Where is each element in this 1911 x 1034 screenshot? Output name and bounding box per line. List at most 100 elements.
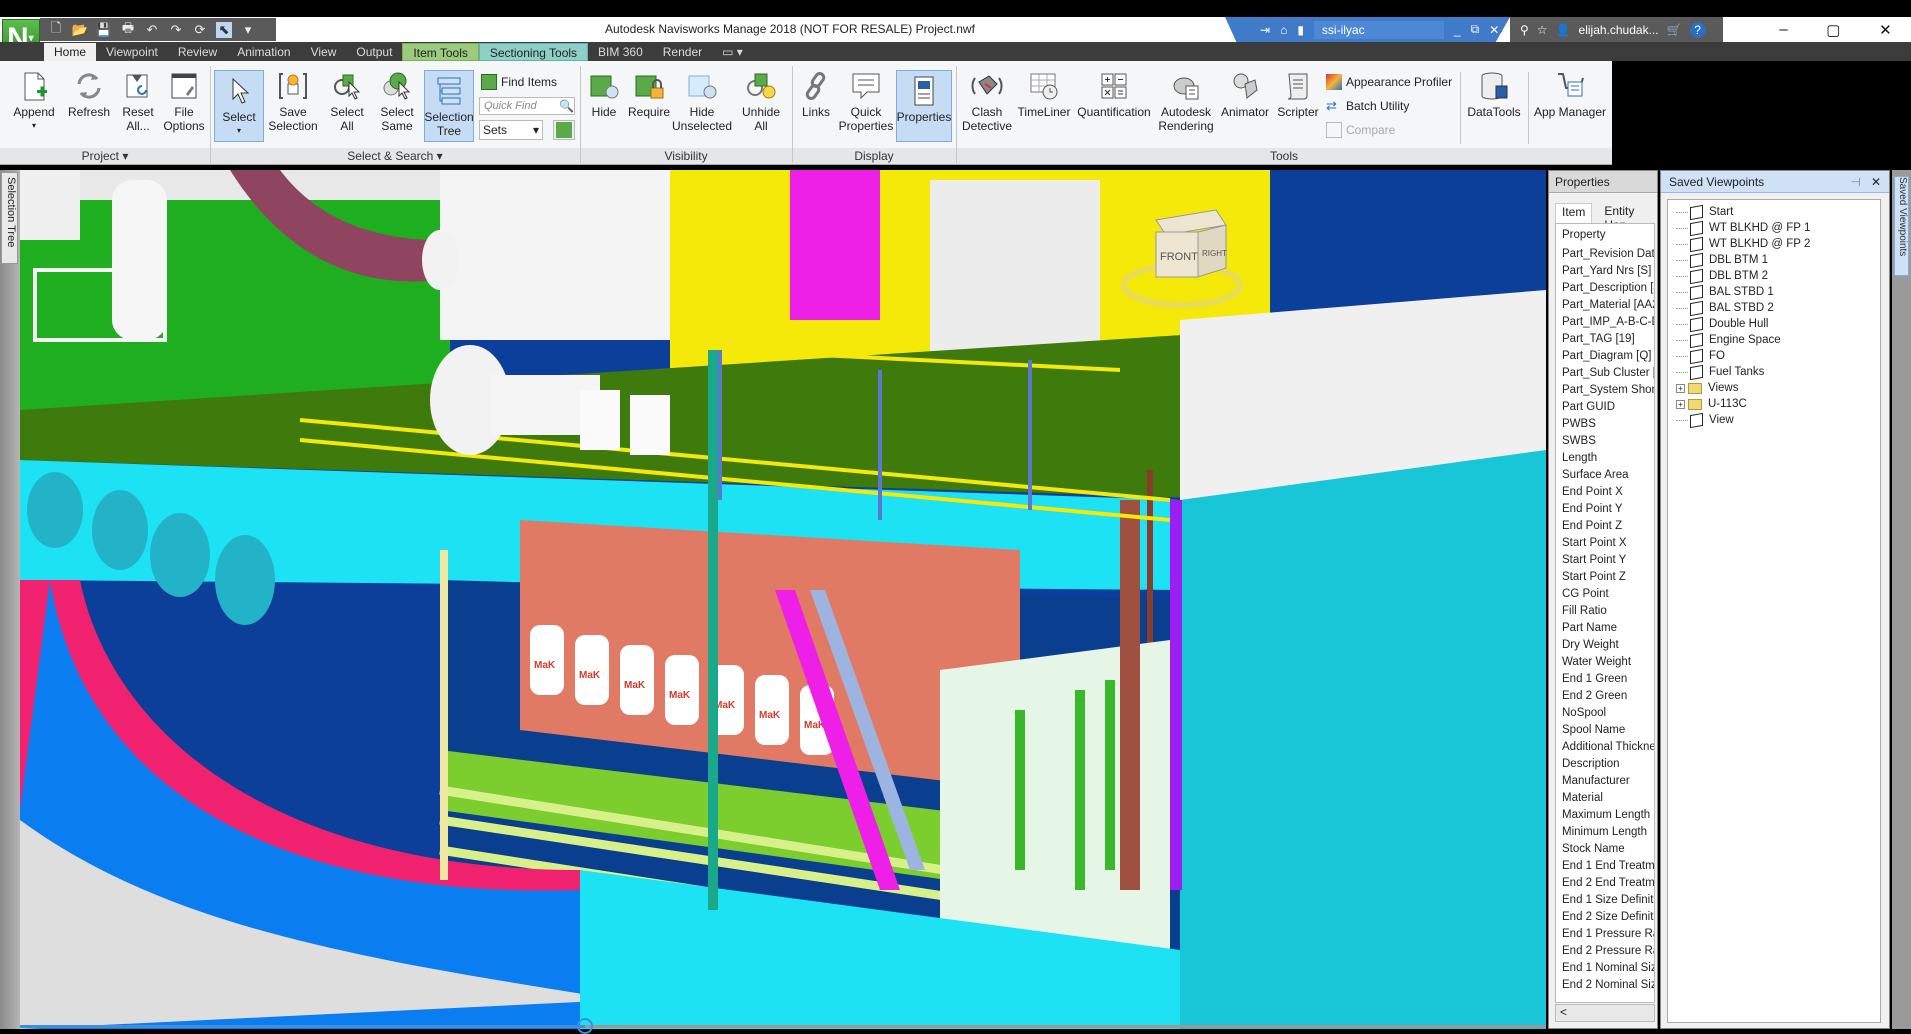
help-icon[interactable]: ? <box>1689 21 1706 38</box>
autodesk-rendering-button[interactable]: Autodesk Rendering <box>1156 66 1216 133</box>
property-row[interactable]: End 2 Green <box>1556 688 1654 705</box>
links-button[interactable]: Links <box>796 66 836 119</box>
clash-detective-button[interactable]: Clash Detective <box>958 66 1016 133</box>
property-row[interactable]: PWBS <box>1556 416 1654 433</box>
tab-item-tools[interactable]: Item Tools <box>402 43 479 61</box>
expand-icon[interactable]: + <box>1676 383 1685 393</box>
manage-sets-button[interactable] <box>553 120 575 140</box>
viewpoint-item[interactable]: View <box>1668 412 1880 428</box>
sets-dropdown[interactable]: Sets ▾ <box>479 120 543 140</box>
select-cursor-icon[interactable]: ⬉ <box>216 21 232 38</box>
viewpoint-item[interactable]: FO <box>1668 348 1880 364</box>
minimize-button[interactable]: – <box>1779 21 1787 38</box>
append-button[interactable]: Append ▾ <box>8 66 60 133</box>
save-selection-button[interactable]: Save Selection <box>268 66 318 133</box>
animator-button[interactable]: Animator <box>1218 66 1272 119</box>
selection-tree-button[interactable]: Selection Tree <box>424 70 474 142</box>
viewpoint-item[interactable]: Fuel Tanks <box>1668 364 1880 380</box>
expand-icon[interactable]: + <box>1676 399 1685 409</box>
property-row[interactable]: End 1 Green <box>1556 671 1654 688</box>
tab-render[interactable]: Render <box>653 43 712 61</box>
datatools-button[interactable]: DataTools <box>1464 66 1524 119</box>
property-row[interactable]: Start Point X <box>1556 535 1654 552</box>
reset-all-button[interactable]: Reset All... <box>116 66 160 133</box>
file-options-button[interactable]: File Options <box>160 66 208 133</box>
customize-icon[interactable]: ▾ <box>240 22 256 38</box>
select-all-button[interactable]: Select All <box>324 66 370 133</box>
user-name[interactable]: elijah.chudak... <box>1579 23 1659 37</box>
property-row[interactable]: Part GUID <box>1556 399 1654 416</box>
property-row[interactable]: Description <box>1556 756 1654 773</box>
tab-output[interactable]: Output <box>346 43 402 61</box>
tab-viewpoint[interactable]: Viewpoint <box>96 43 168 61</box>
viewpoint-item[interactable]: WT BLKHD @ FP 2 <box>1668 236 1880 252</box>
property-row[interactable]: Surface Area <box>1556 467 1654 484</box>
close-icon[interactable]: ✕ <box>1489 23 1499 37</box>
property-row[interactable]: Part Name <box>1556 620 1654 637</box>
pin-icon[interactable]: ⇥ <box>1260 23 1270 37</box>
star-icon[interactable]: ☆ <box>1537 23 1548 37</box>
property-row[interactable]: End Point X <box>1556 484 1654 501</box>
viewpoint-folder[interactable]: + U-113C <box>1668 396 1880 412</box>
video-progress-handle[interactable] <box>576 1018 593 1034</box>
maximize-button[interactable]: ▢ <box>1826 21 1840 39</box>
find-items-button[interactable]: Find Items <box>481 74 557 90</box>
property-row[interactable]: Maximum Length <box>1556 807 1654 824</box>
refresh-button[interactable]: Refresh <box>64 66 114 119</box>
property-row[interactable]: End 1 Nominal Size <box>1556 960 1654 977</box>
3d-viewport[interactable]: MaK MaK MaK MaK MaK MaK MaK FRONT RIGHT <box>20 170 1546 1029</box>
viewpoint-item[interactable]: DBL BTM 2 <box>1668 268 1880 284</box>
panel-label-select-search[interactable]: Select & Search ▾ <box>210 149 580 163</box>
property-row[interactable]: Start Point Z <box>1556 569 1654 586</box>
tab-sectioning-tools[interactable]: Sectioning Tools <box>478 43 589 61</box>
property-row[interactable]: Part_TAG [19] <box>1556 331 1654 348</box>
properties-button[interactable]: Properties <box>896 70 952 142</box>
batch-utility-button[interactable]: ⇄ Batch Utility <box>1326 98 1409 114</box>
scripter-button[interactable]: Scripter <box>1274 66 1322 119</box>
tab-bim-360[interactable]: BIM 360 <box>588 43 653 61</box>
property-row[interactable]: End 1 End Treatme <box>1556 858 1654 875</box>
redo-icon[interactable]: ↷ <box>168 22 184 38</box>
property-row[interactable]: End 2 End Treatme <box>1556 875 1654 892</box>
property-row[interactable]: Water Weight <box>1556 654 1654 671</box>
refresh-icon[interactable]: ⟳ <box>192 22 208 38</box>
property-row[interactable]: Part_System Short <box>1556 382 1654 399</box>
select-button[interactable]: Select ▾ <box>214 70 264 142</box>
tab-home[interactable]: Home <box>44 43 97 61</box>
tab-review[interactable]: Review <box>168 43 227 61</box>
property-row[interactable]: Spool Name <box>1556 722 1654 739</box>
viewpoint-item[interactable]: DBL BTM 1 <box>1668 252 1880 268</box>
tab-[interactable]: ▭ ▾ <box>712 43 753 61</box>
undo-icon[interactable]: ↶ <box>144 22 160 38</box>
property-row[interactable]: Material <box>1556 790 1654 807</box>
tab-view[interactable]: View <box>301 43 347 61</box>
pin-icon[interactable]: ⊣ <box>1850 175 1860 189</box>
property-column-header[interactable]: Property <box>1556 224 1654 246</box>
app-manager-button[interactable]: App Manager <box>1530 66 1610 119</box>
property-row[interactable]: Part_IMP_A-B-C-D <box>1556 314 1654 331</box>
property-row[interactable]: CG Point <box>1556 586 1654 603</box>
property-row[interactable]: End 1 Pressure Ra <box>1556 926 1654 943</box>
property-row[interactable]: End 2 Size Definitio <box>1556 909 1654 926</box>
scroll-left-arrow[interactable]: < <box>1560 1005 1567 1019</box>
viewpoint-item[interactable]: Start <box>1668 204 1880 220</box>
property-row[interactable]: End 1 Size Definitio <box>1556 892 1654 909</box>
cart-icon[interactable]: 🛒 <box>1667 23 1682 37</box>
horizontal-scrollbar[interactable]: < <box>1555 1004 1655 1022</box>
new-icon[interactable]: 🗋 <box>48 20 64 38</box>
property-row[interactable]: Minimum Length <box>1556 824 1654 841</box>
print-icon[interactable]: 🖶 <box>120 20 136 38</box>
viewpoint-item[interactable]: BAL STBD 1 <box>1668 284 1880 300</box>
lock-icon[interactable]: ⌂ <box>1280 23 1287 37</box>
saved-viewpoints-dock-tab[interactable]: Saved Viewpoints <box>1894 176 1909 276</box>
quantification-button[interactable]: Quantification <box>1074 66 1154 119</box>
close-button[interactable]: ✕ <box>1879 21 1892 39</box>
infocenter-search-input[interactable]: ssi-ilyac <box>1313 20 1444 39</box>
quick-properties-button[interactable]: Quick Properties <box>838 66 894 133</box>
close-icon[interactable]: ✕ <box>1871 175 1881 189</box>
panel-label-project[interactable]: Project ▾ <box>0 149 210 163</box>
property-row[interactable]: Start Point Y <box>1556 552 1654 569</box>
property-row[interactable]: Length <box>1556 450 1654 467</box>
property-row[interactable]: Part_Sub Cluster [K <box>1556 365 1654 382</box>
viewpoint-item[interactable]: WT BLKHD @ FP 1 <box>1668 220 1880 236</box>
